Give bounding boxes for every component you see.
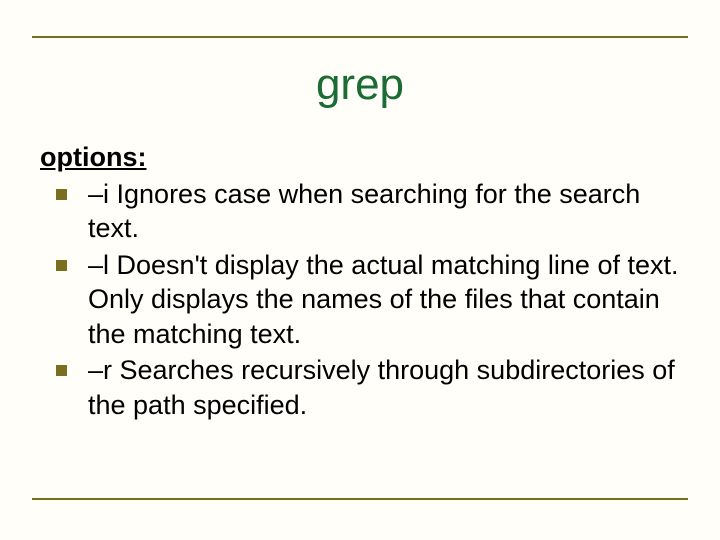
slide-title: grep (304, 60, 416, 110)
top-divider (32, 36, 688, 38)
bullet-icon (56, 260, 67, 271)
list-item-text: –i Ignores case when searching for the s… (88, 179, 640, 244)
bullet-icon (56, 365, 67, 376)
content-area: options: –i Ignores case when searching … (40, 140, 680, 424)
list-item: –r Searches recursively through subdirec… (40, 353, 680, 422)
list-item-text: –r Searches recursively through subdirec… (88, 355, 675, 420)
section-heading: options: (40, 140, 680, 175)
bullet-icon (56, 189, 67, 200)
list-item: –l Doesn't display the actual matching l… (40, 248, 680, 352)
title-area: grep (0, 60, 720, 110)
slide: grep options: –i Ignores case when searc… (0, 0, 720, 540)
list-item: –i Ignores case when searching for the s… (40, 177, 680, 246)
options-list: –i Ignores case when searching for the s… (40, 177, 680, 423)
bottom-divider (32, 498, 688, 500)
list-item-text: –l Doesn't display the actual matching l… (88, 250, 678, 349)
